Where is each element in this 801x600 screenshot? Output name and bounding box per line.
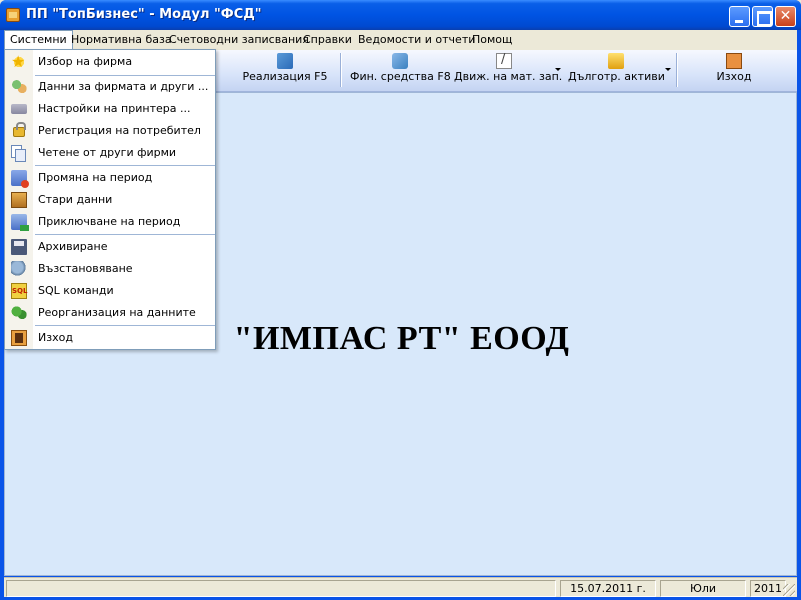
box-icon (11, 192, 27, 208)
menu-item-read-other-companies[interactable]: Четене от други фирми (5, 142, 215, 164)
toolbar-finance-label: Фин. средства F8 (350, 70, 451, 83)
toolbar-finance-button[interactable]: Фин. средства F8 (350, 50, 451, 90)
menu-item-printer-settings[interactable]: Настройки на принтера ... (5, 98, 215, 120)
period-icon (11, 170, 29, 188)
copy-icon (11, 145, 26, 162)
menu-separator (35, 165, 215, 166)
menu-item-close-period[interactable]: Приключване на период (5, 211, 215, 233)
sales-icon (277, 53, 293, 69)
minimize-button[interactable] (729, 6, 750, 27)
system-menu-dropdown: Избор на фирма Данни за фирмата и други … (4, 49, 216, 350)
maximize-button[interactable] (752, 6, 773, 27)
menu-vedomosti-i-otcheti[interactable]: Ведомости и отчети (353, 30, 480, 50)
exit-icon (726, 53, 742, 69)
status-panel-main (6, 580, 556, 597)
menu-item-label: Промяна на период (38, 171, 153, 184)
close-period-icon (11, 214, 29, 231)
toolbar-exit-label: Изход (716, 70, 752, 83)
menu-item-change-period[interactable]: Промяна на период (5, 167, 215, 189)
menu-pomosht[interactable]: Помощ (467, 30, 517, 50)
menu-schetovodni-zapisvaniya[interactable]: Счетоводни записвания (164, 30, 314, 50)
menu-item-select-company[interactable]: Избор на фирма (5, 51, 215, 73)
menu-item-label: Реорганизация на данните (38, 306, 196, 319)
menu-item-company-data[interactable]: Данни за фирмата и други ... (5, 76, 215, 98)
menu-item-label: Изход (38, 331, 73, 344)
menu-item-label: Стари данни (38, 193, 113, 206)
toolbar-assets-label: Дълготр. активи (568, 70, 665, 83)
finance-icon (392, 53, 408, 69)
menu-item-restore[interactable]: Възстановяване (5, 258, 215, 280)
toolbar-separator (340, 53, 342, 87)
close-icon: ✕ (779, 8, 792, 24)
toolbar-sales-label: Реализация F5 (242, 70, 328, 83)
menu-sistemni[interactable]: Системни (4, 30, 73, 50)
toolbar-sales-button[interactable]: Реализация F5 (242, 50, 328, 90)
printer-icon (11, 104, 27, 114)
menu-spravki[interactable]: Справки (298, 30, 357, 50)
menu-item-archive[interactable]: Архивиране (5, 236, 215, 258)
menu-item-exit[interactable]: Изход (5, 327, 215, 349)
menu-item-label: Данни за фирмата и други ... (38, 80, 209, 93)
menu-item-label: Регистрация на потребител (38, 124, 201, 137)
menu-item-reorganize-data[interactable]: Реорганизация на данните (5, 302, 215, 324)
toolbar-materials-label: Движ. на мат. зап. (454, 70, 563, 83)
toolbar-separator (676, 53, 678, 87)
status-month: Юли (660, 580, 746, 597)
menu-bar: Системни Нормативна база Счетоводни запи… (4, 30, 797, 50)
sql-icon: SQL (11, 283, 27, 299)
menu-item-old-data[interactable]: Стари данни (5, 189, 215, 211)
restore-icon (11, 261, 27, 277)
toolbar-assets-button[interactable]: Дълготр. активи (568, 50, 665, 90)
people-icon (11, 79, 27, 95)
window-title: ПП "ТопБизнес" - Модул "ФСД" (26, 7, 262, 22)
menu-item-label: SQL команди (38, 284, 114, 297)
assets-icon (608, 53, 624, 69)
app-window: ПП "ТопБизнес" - Модул "ФСД" ✕ Системни … (0, 0, 801, 600)
title-bar[interactable]: ПП "ТопБизнес" - Модул "ФСД" ✕ (0, 0, 801, 30)
toolbar-exit-button[interactable]: Изход (688, 50, 780, 90)
status-year: 2011 (750, 580, 786, 597)
menu-item-label: Архивиране (38, 240, 108, 253)
assets-dropdown-arrow[interactable] (665, 68, 671, 71)
reorganize-icon (11, 305, 27, 321)
menu-item-label: Възстановяване (38, 262, 133, 275)
lock-icon (13, 122, 26, 137)
materials-dropdown-arrow[interactable] (555, 68, 561, 71)
status-bar: 15.07.2011 г. Юли 2011 (4, 577, 797, 597)
close-button[interactable]: ✕ (775, 6, 796, 27)
materials-icon (496, 52, 512, 69)
menu-item-label: Четене от други фирми (38, 146, 177, 159)
status-date: 15.07.2011 г. (560, 580, 656, 597)
resize-grip[interactable] (783, 584, 795, 596)
exit-icon (11, 330, 27, 346)
app-icon[interactable] (6, 8, 20, 22)
menu-separator (35, 325, 215, 326)
menu-normativna-baza[interactable]: Нормативна база (66, 30, 177, 50)
menu-item-label: Избор на фирма (38, 55, 133, 68)
menu-separator (35, 234, 215, 235)
menu-item-user-registration[interactable]: Регистрация на потребител (5, 120, 215, 142)
toolbar-materials-button[interactable]: Движ. на мат. зап. (454, 50, 562, 90)
floppy-icon (11, 239, 27, 255)
menu-item-label: Настройки на принтера ... (38, 102, 191, 115)
menu-item-sql-commands[interactable]: SQL SQL команди (5, 280, 215, 302)
star-icon (11, 52, 27, 71)
menu-item-label: Приключване на период (38, 215, 181, 228)
